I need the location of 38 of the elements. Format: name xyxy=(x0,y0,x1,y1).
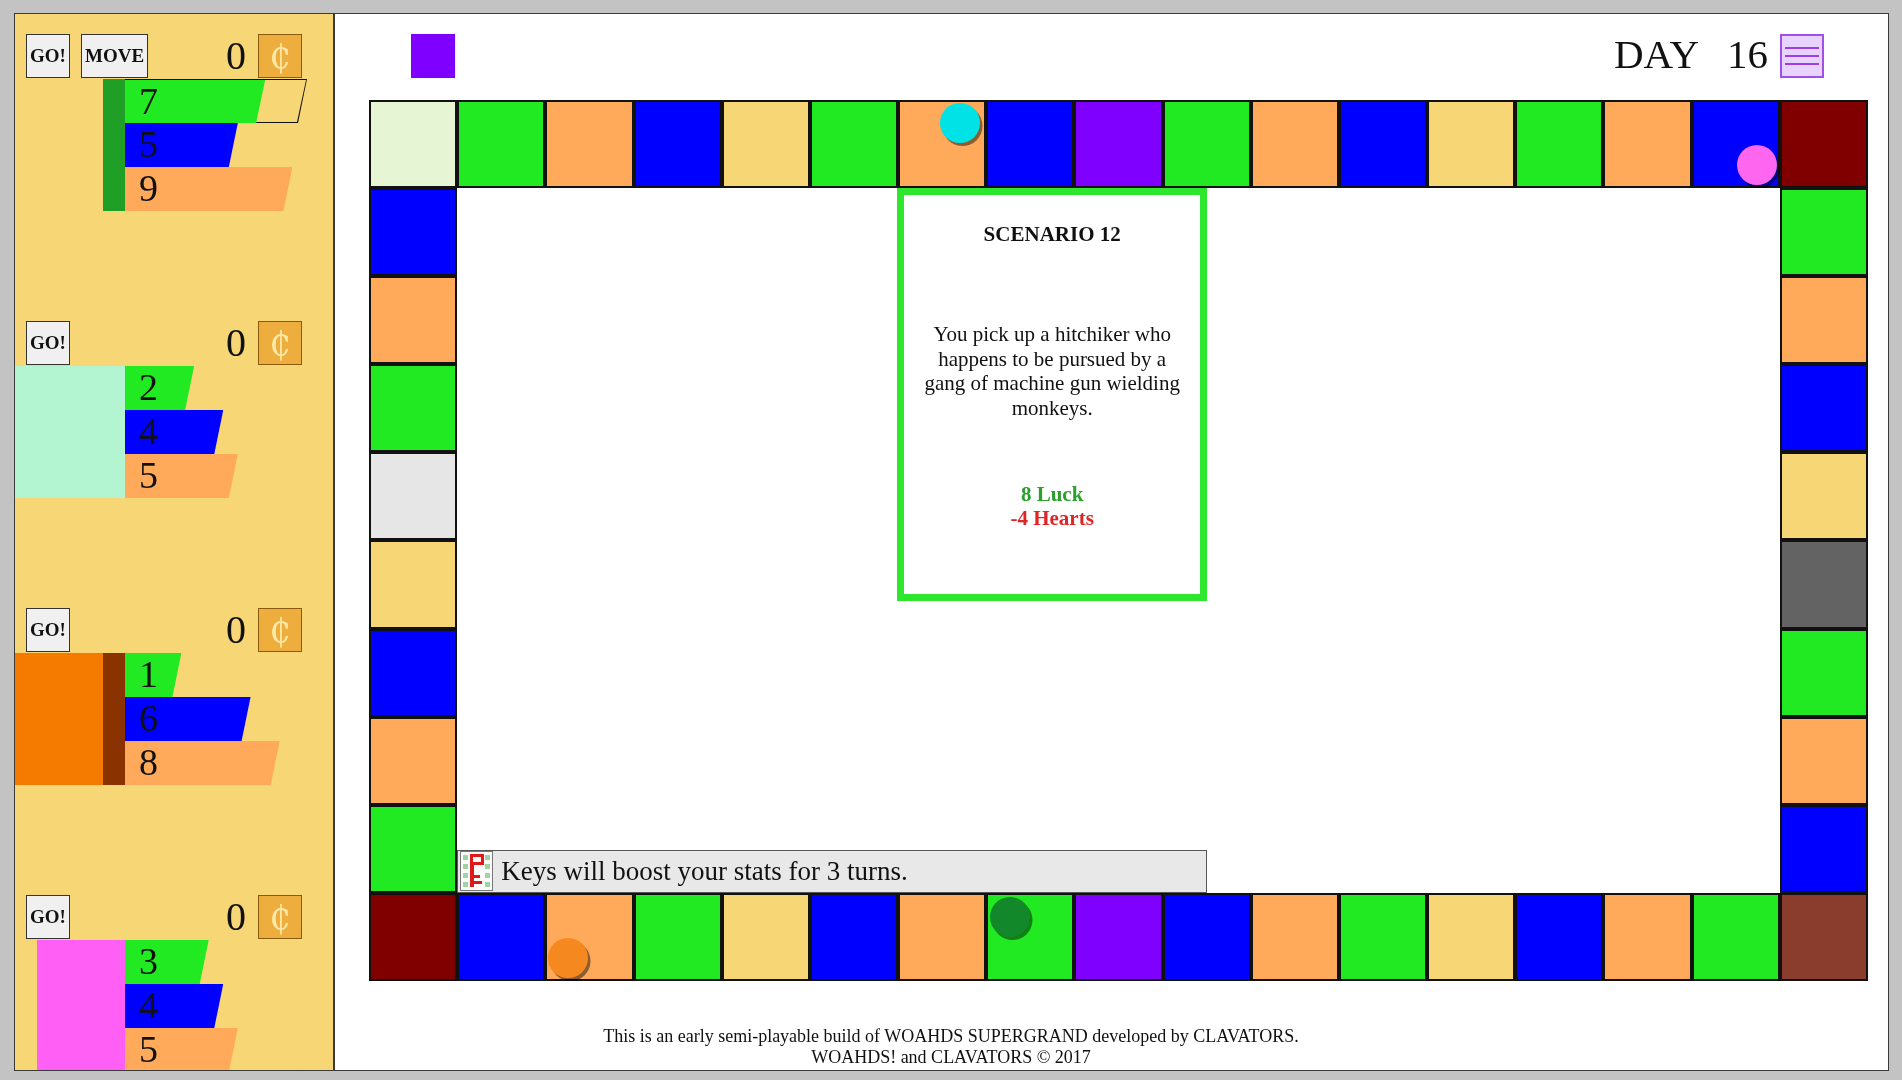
coin-symbol: ₵ xyxy=(258,321,302,365)
stat-bar: 5 xyxy=(125,454,238,498)
go-button[interactable]: GO! xyxy=(26,608,70,652)
day-number: 16 xyxy=(1727,37,1768,71)
go-button[interactable]: GO! xyxy=(26,34,70,78)
go-button[interactable]: GO! xyxy=(26,895,70,939)
stat-bar: 9 xyxy=(125,167,293,211)
notification-text: Keys will boost your stats for 3 turns. xyxy=(501,855,908,888)
coin-count: 0 xyxy=(226,895,246,939)
coin-count: 0 xyxy=(226,34,246,78)
scenario-text: You pick up a hitchiker who happens to be pursued by a gang of machine gun wielding monkeys. xyxy=(923,322,1181,421)
stat-bar: 8 xyxy=(125,741,280,785)
scenario-title: SCENARIO 12 xyxy=(983,222,1121,247)
day-label: DAY xyxy=(1613,37,1699,71)
go-button[interactable]: GO! xyxy=(26,321,70,365)
coin-count: 0 xyxy=(226,321,246,365)
stat-bar: 7 xyxy=(125,80,266,123)
stat-bar: 2 xyxy=(125,366,195,410)
effect-text: -4 Hearts xyxy=(1010,506,1094,531)
coin-symbol: ₵ xyxy=(258,34,302,78)
effect-text: 8 Luck xyxy=(1020,482,1084,507)
footer-text: This is an early semi-playable build of WOAHDS SUPERGRAND developed by CLAVATORS. xyxy=(603,1026,1299,1047)
stat-bar: 4 xyxy=(125,984,224,1028)
menu-button[interactable] xyxy=(1780,34,1824,78)
menu-icon xyxy=(1785,47,1819,65)
stat-bar: 1 xyxy=(125,653,182,697)
move-button[interactable]: MOVE xyxy=(81,34,149,78)
key-icon xyxy=(460,851,494,892)
coin-count: 0 xyxy=(226,608,246,652)
stat-bar: 4 xyxy=(125,410,224,454)
stat-bar: 6 xyxy=(125,697,251,741)
stat-bar: 5 xyxy=(125,1028,238,1070)
stat-bar: 3 xyxy=(125,940,209,984)
coin-symbol: ₵ xyxy=(258,895,302,939)
stat-bar: 5 xyxy=(125,123,238,167)
square-icon xyxy=(411,34,455,78)
footer-text: WOAHDS! and CLAVATORS © 2017 xyxy=(811,1047,1091,1068)
coin-symbol: ₵ xyxy=(258,608,302,652)
